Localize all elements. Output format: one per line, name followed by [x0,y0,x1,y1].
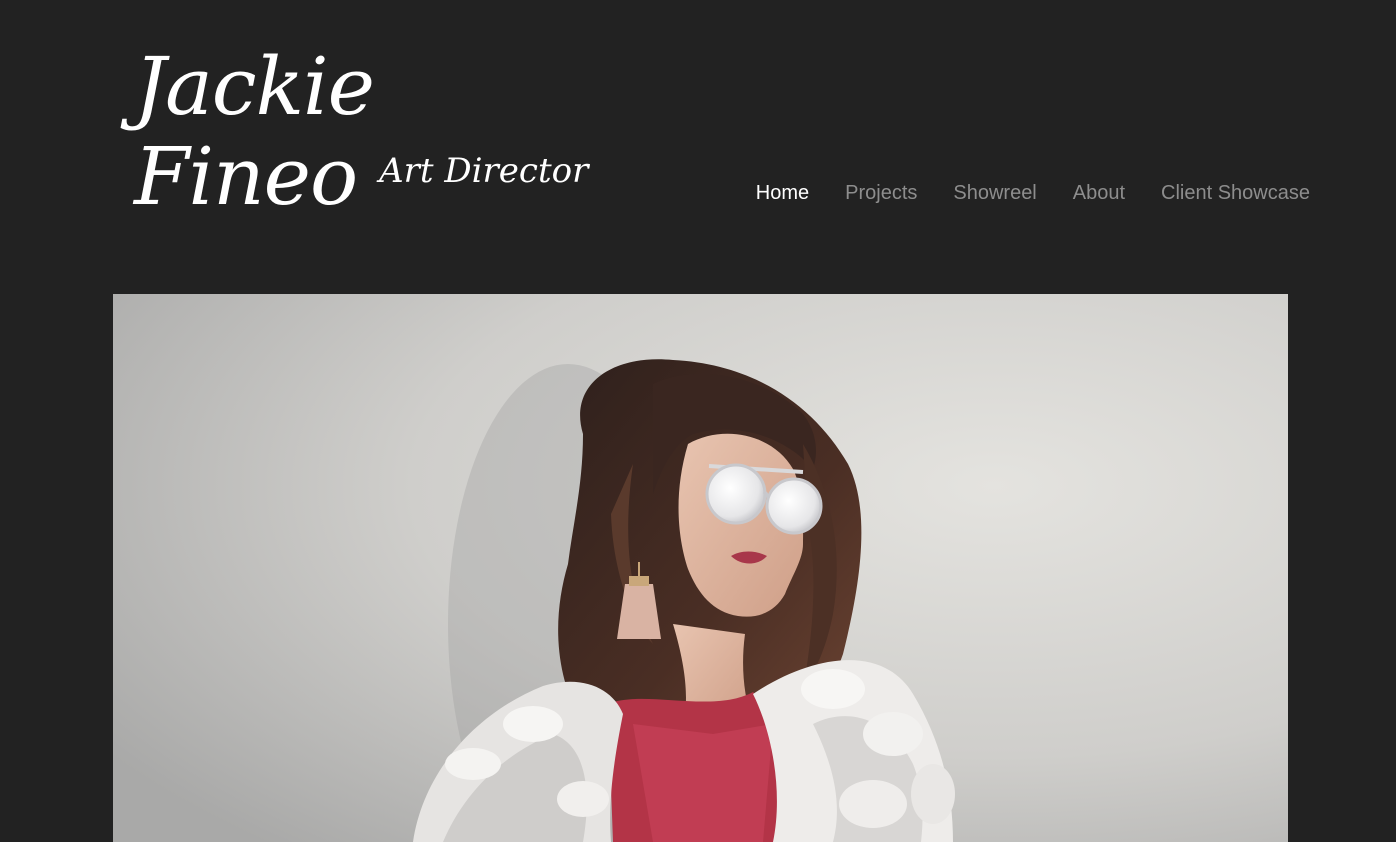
hero-portrait-illustration [113,294,1288,842]
site-logo[interactable]: Jackie Fineo Art Director [134,42,588,238]
logo-second-line: Fineo Art Director [134,132,588,238]
nav-about[interactable]: About [1073,182,1125,205]
nav-client-showcase[interactable]: Client Showcase [1161,182,1310,205]
nav-home[interactable]: Home [756,182,809,205]
main-nav: Home Projects Showreel About Client Show… [756,182,1310,205]
nav-projects[interactable]: Projects [845,182,917,205]
site-tagline: Art Director [379,151,589,191]
page: Jackie Fineo Art Director Home Projects … [0,0,1396,842]
logo-last-name: Fineo [134,130,358,223]
logo-first-name: Jackie [134,40,375,133]
nav-showreel[interactable]: Showreel [953,182,1036,205]
hero-image [113,294,1288,842]
